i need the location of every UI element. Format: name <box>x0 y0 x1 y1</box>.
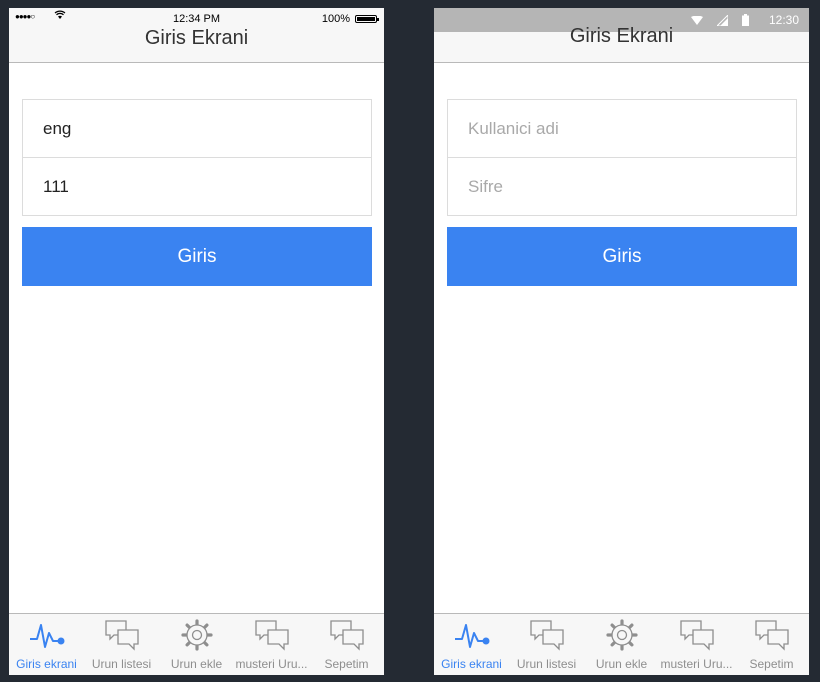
chat-icon <box>754 619 790 651</box>
android-phone-screen: 12:30 Giris Ekrani Giris Giris ekrani Uru… <box>434 8 809 675</box>
tab-bar: Giris ekrani Urun listesi Urun ekle musteri… <box>434 613 809 675</box>
tab-urun-ekle[interactable]: Urun ekle <box>159 614 234 675</box>
battery-icon <box>355 15 379 23</box>
tab-musteri-uru[interactable]: musteri Uru... <box>234 614 309 675</box>
tab-label: Giris ekrani <box>16 657 77 671</box>
tab-label: musteri Uru... <box>235 657 308 671</box>
tab-label: Urun listesi <box>91 657 152 671</box>
gear-icon <box>604 619 640 651</box>
page-title: Giris Ekrani <box>144 27 249 49</box>
password-input[interactable] <box>448 158 796 216</box>
ios-phone-screen: ●●●●○ 12:34 PM 100% Giris Ekrani Giris G… <box>9 8 384 675</box>
tab-giris-ekrani[interactable]: Giris ekrani <box>9 614 84 675</box>
tab-sepetim[interactable]: Sepetim <box>734 614 809 675</box>
chat-icon <box>329 619 365 651</box>
tab-label: Giris ekrani <box>441 657 502 671</box>
tab-label: Sepetim <box>749 657 794 671</box>
navigation-bar: Giris Ekrani <box>434 26 809 63</box>
tab-urun-ekle[interactable]: Urun ekle <box>584 614 659 675</box>
login-button[interactable]: Giris <box>447 227 797 286</box>
tab-giris-ekrani[interactable]: Giris ekrani <box>434 614 509 675</box>
username-input[interactable] <box>23 100 371 158</box>
login-button[interactable]: Giris <box>22 227 372 286</box>
chat-icon <box>254 619 290 651</box>
tab-bar: Giris ekrani Urun listesi Urun ekle musteri… <box>9 613 384 675</box>
login-form <box>447 99 797 216</box>
battery-percent: 100% <box>321 13 350 25</box>
gear-icon <box>179 619 215 651</box>
tab-label: Urun ekle <box>595 657 648 671</box>
pulse-icon <box>454 619 490 651</box>
tab-label: musteri Uru... <box>660 657 733 671</box>
navigation-bar: Giris Ekrani <box>9 28 384 63</box>
login-form <box>22 99 372 216</box>
tab-label: Sepetim <box>324 657 369 671</box>
password-input[interactable] <box>23 158 371 216</box>
ios-status-bar: ●●●●○ 12:34 PM 100% <box>9 8 384 28</box>
username-input[interactable] <box>448 100 796 158</box>
chat-icon <box>529 619 565 651</box>
tab-label: Urun ekle <box>170 657 223 671</box>
tab-label: Urun listesi <box>516 657 577 671</box>
tab-urun-listesi[interactable]: Urun listesi <box>509 614 584 675</box>
status-time: 12:30 <box>768 13 799 27</box>
pulse-icon <box>29 619 65 651</box>
page-title: Giris Ekrani <box>569 25 674 47</box>
chat-icon <box>679 619 715 651</box>
tab-urun-listesi[interactable]: Urun listesi <box>84 614 159 675</box>
chat-icon <box>104 619 140 651</box>
tab-sepetim[interactable]: Sepetim <box>309 614 384 675</box>
tab-musteri-uru[interactable]: musteri Uru... <box>659 614 734 675</box>
